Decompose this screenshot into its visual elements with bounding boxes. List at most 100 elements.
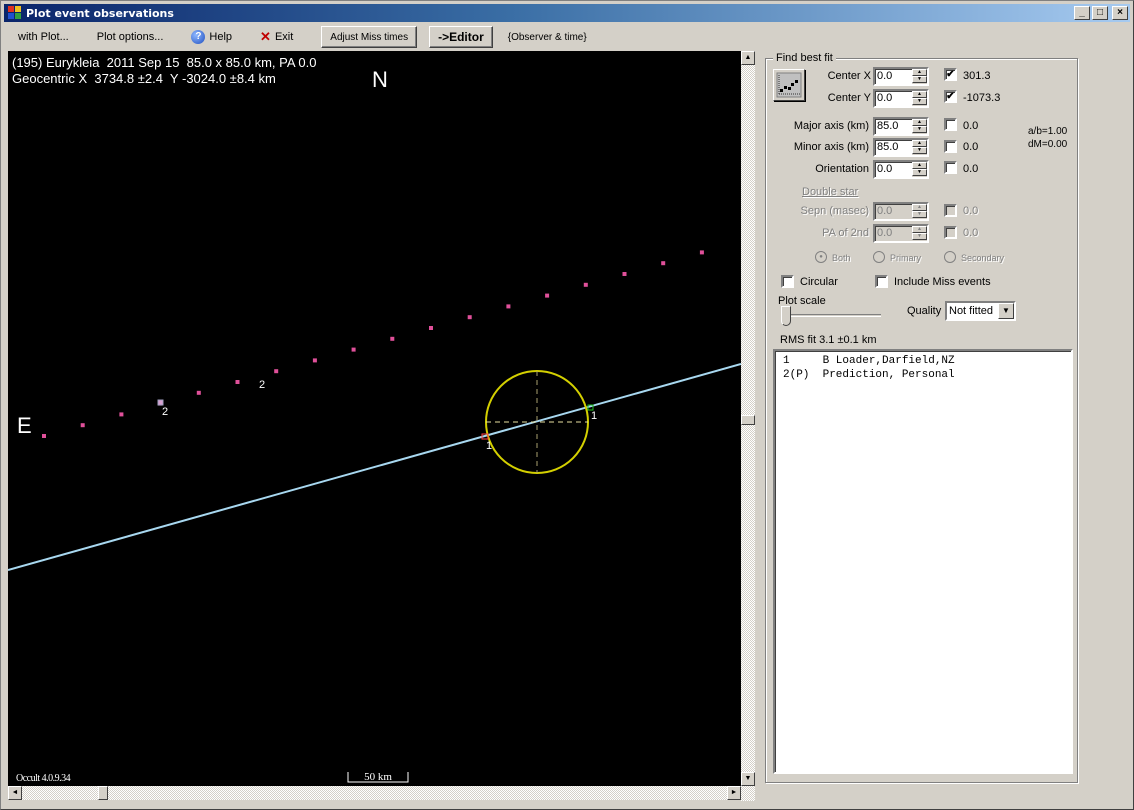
app-icon	[8, 6, 22, 20]
prediction-label: 2	[259, 379, 265, 391]
sepn-checkbox[interactable]	[944, 204, 957, 217]
orientation-label: Orientation	[815, 163, 869, 175]
include-miss-checkbox[interactable]	[875, 275, 888, 288]
prediction-dot	[622, 272, 627, 276]
orientation-down[interactable]: ▼	[912, 169, 927, 176]
plot-scale-slider[interactable]	[781, 306, 791, 326]
center-x-down[interactable]: ▼	[912, 76, 927, 83]
sepn-value: 0.0	[877, 205, 893, 217]
pa-2nd-down[interactable]: ▼	[912, 233, 927, 240]
sepn-up[interactable]: ▲	[912, 204, 927, 211]
center-y-checkbox[interactable]: ✔	[944, 90, 957, 103]
plot-scale-track[interactable]	[781, 314, 881, 317]
major-axis-checkbox[interactable]	[944, 118, 957, 131]
center-y-fit: -1073.3	[963, 92, 1001, 104]
vertical-scroll-thumb[interactable]	[741, 415, 755, 425]
prediction-dot	[80, 423, 85, 428]
scroll-right-button[interactable]: ►	[727, 786, 741, 800]
orientation-value: 0.0	[877, 163, 893, 175]
major-axis-fit: 0.0	[963, 120, 979, 132]
center-y-up[interactable]: ▲	[912, 91, 927, 98]
prediction-dot	[699, 250, 704, 255]
plot-header: (195) Eurykleia 2011 Sep 15 85.0 x 85.0 …	[12, 55, 316, 87]
major-axis-down[interactable]: ▼	[912, 126, 927, 133]
prediction-label: 2	[162, 406, 168, 418]
radio-both[interactable]: ●	[815, 251, 827, 263]
plot-graphics: 2 2 1 1	[8, 250, 741, 783]
major-axis-up[interactable]: ▲	[912, 119, 927, 126]
chord-label: 1	[486, 440, 492, 452]
scroll-down-button[interactable]: ▼	[741, 772, 755, 786]
major-axis-input[interactable]: 85.0 ▲ ▼	[873, 117, 929, 136]
menu-plot-options[interactable]: Plot options...	[89, 31, 172, 43]
menu-help[interactable]: ? Help	[183, 30, 240, 44]
center-y-input[interactable]: 0.0 ▲ ▼	[873, 89, 929, 108]
circular-label: Circular	[800, 276, 838, 288]
list-item[interactable]: 1 B Loader,Darfield,NZ	[783, 354, 1071, 368]
center-x-checkbox[interactable]: ✔	[944, 68, 957, 81]
minor-axis-input[interactable]: 85.0 ▲ ▼	[873, 138, 929, 157]
prediction-dot	[196, 390, 201, 395]
pa-2nd-up[interactable]: ▲	[912, 226, 927, 233]
prediction-dot	[390, 336, 395, 341]
minor-axis-value: 85.0	[877, 141, 899, 153]
minor-axis-label: Minor axis (km)	[793, 141, 869, 153]
pa-2nd-checkbox[interactable]	[944, 226, 957, 239]
circular-checkbox[interactable]	[781, 275, 794, 288]
editor-button[interactable]: ->Editor	[429, 26, 493, 48]
center-x-input[interactable]: 0.0 ▲ ▼	[873, 67, 929, 86]
quality-value: Not fitted	[949, 305, 994, 317]
horizontal-scroll-thumb[interactable]	[98, 786, 108, 800]
center-y-down[interactable]: ▼	[912, 98, 927, 105]
radio-primary-label: Primary	[890, 253, 921, 263]
list-item[interactable]: 2(P) Prediction, Personal	[783, 368, 1071, 382]
sepn-label: Sepn (masec)	[800, 205, 869, 217]
vertical-scrollbar[interactable]: ▲ ▼	[741, 51, 755, 801]
orientation-input[interactable]: 0.0 ▲ ▼	[873, 160, 929, 179]
prediction-dot	[506, 304, 511, 309]
menu-with-plot[interactable]: with Plot...	[10, 31, 77, 43]
radio-primary[interactable]	[873, 251, 885, 263]
help-icon: ?	[191, 30, 206, 44]
title-bar[interactable]: Plot event observations _ □ ×	[4, 4, 1130, 22]
event-title: (195) Eurykleia 2011 Sep 15 85.0 x 85.0 …	[12, 55, 317, 70]
minor-axis-down[interactable]: ▼	[912, 147, 927, 154]
dropdown-arrow-icon[interactable]: ▼	[998, 303, 1014, 319]
prediction-dot	[661, 261, 666, 266]
prediction-dot	[429, 326, 433, 330]
minor-axis-checkbox[interactable]	[944, 140, 957, 153]
maximize-button[interactable]: □	[1092, 6, 1108, 20]
quality-select[interactable]: Not fitted ▼	[945, 301, 1016, 321]
observer-time-button[interactable]: {Observer & time}	[498, 26, 596, 48]
center-x-value: 0.0	[877, 70, 893, 82]
find-best-fit-title: Find best fit	[773, 52, 836, 64]
observer-list[interactable]: 1 B Loader,Darfield,NZ 2(P) Prediction, …	[773, 349, 1073, 774]
help-label: Help	[209, 31, 233, 43]
sepn-input[interactable]: 0.0 ▲ ▼	[873, 202, 929, 221]
prediction-dot	[119, 412, 124, 417]
prediction-dot	[42, 434, 46, 438]
minimize-button[interactable]: _	[1074, 6, 1090, 20]
radio-secondary[interactable]	[944, 251, 956, 263]
main-window: Plot event observations _ □ × with Plot.…	[0, 0, 1134, 810]
orientation-checkbox[interactable]	[944, 161, 957, 174]
minor-axis-fit: 0.0	[963, 141, 979, 153]
menu-exit[interactable]: ✕ Exit	[252, 29, 301, 45]
major-axis-value: 85.0	[877, 120, 899, 132]
center-x-up[interactable]: ▲	[912, 69, 927, 76]
prediction-dot	[467, 315, 472, 320]
double-star-title: Double star	[802, 186, 859, 198]
minor-axis-up[interactable]: ▲	[912, 140, 927, 147]
scroll-up-button[interactable]: ▲	[741, 51, 755, 65]
prediction-marker	[157, 399, 164, 406]
close-button[interactable]: ×	[1112, 6, 1128, 20]
horizontal-scrollbar[interactable]: ◄ ►	[8, 786, 741, 800]
exit-label: Exit	[274, 31, 294, 43]
scale-bar-label: 50 km	[364, 771, 392, 783]
plot-canvas[interactable]: 2 2 1 1 (195) Eurykleia 2011 Sep 15 85.0 x …	[8, 51, 741, 786]
scroll-left-button[interactable]: ◄	[8, 786, 22, 800]
pa-2nd-input[interactable]: 0.0 ▲ ▼	[873, 224, 929, 243]
orientation-up[interactable]: ▲	[912, 162, 927, 169]
adjust-miss-times-button[interactable]: Adjust Miss times	[321, 26, 418, 48]
sepn-down[interactable]: ▼	[912, 211, 927, 218]
